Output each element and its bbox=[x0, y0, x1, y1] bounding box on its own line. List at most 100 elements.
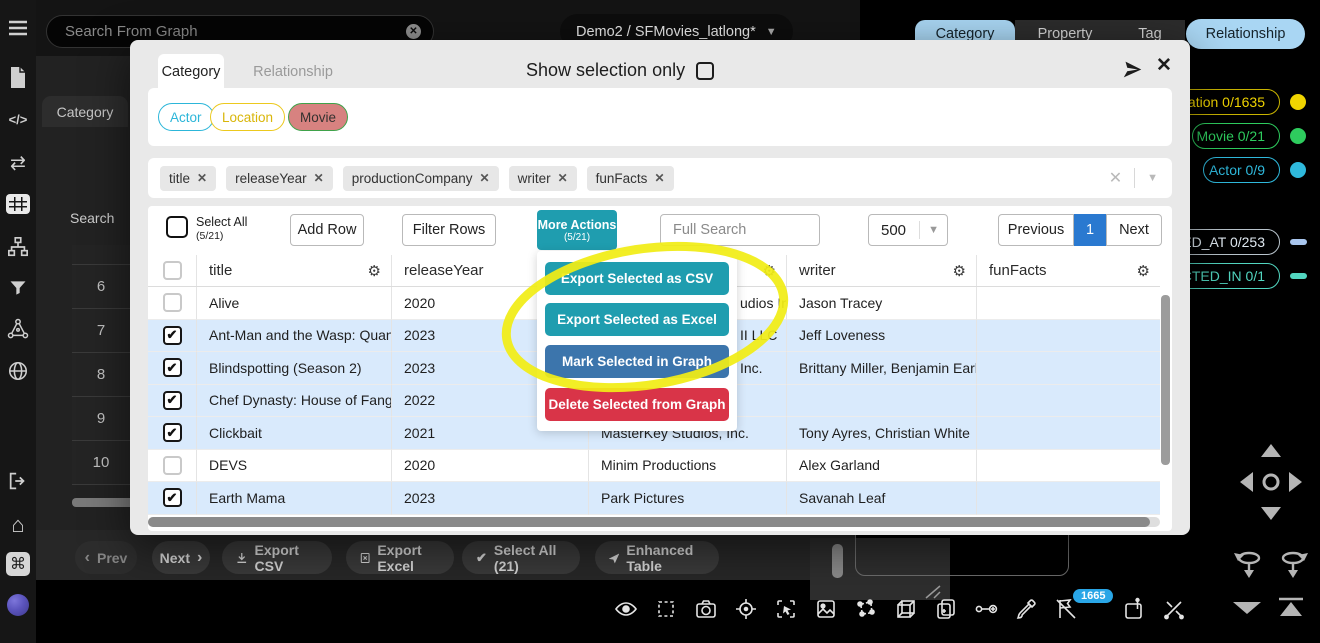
swap-arrows-icon[interactable]: ⇄ bbox=[0, 152, 36, 175]
row-checkbox[interactable] bbox=[163, 293, 182, 312]
cluster-icon[interactable] bbox=[854, 597, 878, 621]
selection-frame-icon[interactable] bbox=[654, 597, 678, 621]
export-selected-csv-button[interactable]: Export Selected as CSV bbox=[545, 262, 729, 295]
brush-icon[interactable] bbox=[1014, 597, 1038, 621]
background-vertical-scrollbar[interactable] bbox=[832, 544, 843, 578]
network-icon[interactable] bbox=[0, 318, 36, 340]
legend-actor-pill[interactable]: Actor 0/9 bbox=[1203, 157, 1280, 183]
row-checkbox[interactable] bbox=[163, 488, 182, 507]
movie-node-dot[interactable] bbox=[1290, 128, 1306, 144]
remove-chip-icon[interactable]: ✕ bbox=[197, 171, 207, 185]
delete-selected-from-graph-button[interactable]: Delete Selected from Graph bbox=[545, 388, 729, 421]
page-size-select[interactable]: 500 ▼ bbox=[868, 214, 948, 246]
tab-relationship[interactable]: Relationship bbox=[1186, 19, 1305, 49]
category-chip-actor[interactable]: Actor bbox=[158, 103, 214, 131]
filmed-at-edge-dash[interactable] bbox=[1290, 239, 1307, 245]
column-header-title[interactable]: title bbox=[197, 255, 392, 286]
rotate-left-icon[interactable] bbox=[1234, 548, 1264, 580]
pagination-next-button[interactable]: Next bbox=[1106, 214, 1162, 246]
table-view-icon[interactable] bbox=[0, 194, 36, 214]
full-search-input[interactable] bbox=[660, 214, 820, 246]
table-horizontal-scrollbar[interactable] bbox=[148, 517, 1160, 527]
modal-tab-category[interactable]: Category bbox=[158, 54, 224, 89]
dropdown-chevron-icon[interactable]: ▼ bbox=[1147, 172, 1158, 184]
acted-in-edge-dash[interactable] bbox=[1290, 273, 1307, 279]
command-icon[interactable]: ⌘ bbox=[0, 552, 36, 576]
image-icon[interactable] bbox=[814, 597, 838, 621]
category-chip-movie[interactable]: Movie bbox=[288, 103, 348, 131]
clear-search-icon[interactable]: ✕ bbox=[406, 24, 421, 39]
clipboard-pin-icon[interactable] bbox=[1122, 597, 1146, 621]
export-selected-excel-button[interactable]: Export Selected as Excel bbox=[545, 303, 729, 336]
key-add-icon[interactable] bbox=[974, 597, 998, 621]
graph-search-input[interactable] bbox=[65, 23, 406, 40]
table-vertical-scrollbar[interactable] bbox=[1161, 295, 1170, 465]
prev-button[interactable]: ‹ Prev bbox=[75, 541, 137, 574]
show-selection-checkbox[interactable] bbox=[696, 62, 714, 80]
property-chip-title[interactable]: title✕ bbox=[160, 166, 216, 191]
code-icon[interactable]: </> bbox=[0, 112, 36, 127]
property-chip-funfacts[interactable]: funFacts✕ bbox=[587, 166, 674, 191]
pagination-page-1[interactable]: 1 bbox=[1074, 214, 1106, 246]
row-checkbox[interactable] bbox=[163, 456, 182, 475]
pop-out-icon[interactable] bbox=[1122, 59, 1143, 85]
column-header-funfacts[interactable]: funFacts bbox=[977, 255, 1160, 286]
download-icon bbox=[236, 551, 248, 565]
hierarchy-icon[interactable] bbox=[0, 236, 36, 258]
tilt-up-icon[interactable] bbox=[1276, 596, 1306, 618]
cube-icon[interactable] bbox=[894, 597, 918, 621]
table-row[interactable]: Earth Mama 2023 Park Pictures Savanah Le… bbox=[148, 482, 1160, 515]
clear-all-icon[interactable]: ✕ bbox=[1109, 168, 1122, 188]
rotate-right-icon[interactable] bbox=[1278, 548, 1308, 580]
legend-movie-pill[interactable]: Movie 0/21 bbox=[1192, 123, 1280, 149]
enhanced-table-button[interactable]: Enhanced Table bbox=[595, 541, 719, 574]
eye-icon[interactable] bbox=[614, 597, 638, 621]
property-chip-writer[interactable]: writer✕ bbox=[509, 166, 577, 191]
filter-icon[interactable] bbox=[0, 278, 36, 298]
select-all-button[interactable]: ✔ Select All (21) bbox=[462, 541, 580, 574]
crosshair-icon[interactable] bbox=[734, 597, 758, 621]
tilt-down-icon[interactable] bbox=[1232, 598, 1262, 618]
file-icon[interactable] bbox=[0, 66, 36, 90]
menu-icon[interactable] bbox=[0, 20, 36, 36]
capture-region-icon[interactable] bbox=[774, 597, 798, 621]
row-checkbox[interactable] bbox=[163, 358, 182, 377]
globe-icon[interactable] bbox=[0, 360, 36, 382]
camera-icon[interactable] bbox=[694, 597, 718, 621]
remove-chip-icon[interactable]: ✕ bbox=[654, 171, 664, 185]
property-chip-productioncompany[interactable]: productionCompany✕ bbox=[343, 166, 499, 191]
column-header-writer[interactable]: writer bbox=[787, 255, 977, 286]
background-horizontal-scrollbar[interactable] bbox=[72, 498, 134, 507]
category-chip-location[interactable]: Location bbox=[210, 103, 285, 131]
app-root: </> ⇄ ⌂ ⌘ ✕ Demo2 / SFMovies_latlong* ▼ bbox=[0, 0, 1320, 643]
pan-dpad[interactable] bbox=[1236, 442, 1306, 522]
table-select-all-checkbox[interactable] bbox=[166, 216, 188, 238]
remove-chip-icon[interactable]: ✕ bbox=[480, 171, 490, 185]
mark-selected-in-graph-button[interactable]: Mark Selected in Graph bbox=[545, 345, 729, 378]
remove-chip-icon[interactable]: ✕ bbox=[314, 171, 324, 185]
sign-out-icon[interactable] bbox=[0, 470, 36, 492]
background-category-tab[interactable]: Category bbox=[42, 96, 128, 127]
add-row-button[interactable]: Add Row bbox=[290, 214, 364, 246]
export-csv-button[interactable]: Export CSV bbox=[222, 541, 332, 574]
duplicate-icon[interactable] bbox=[934, 597, 958, 621]
remove-chip-icon[interactable]: ✕ bbox=[558, 171, 568, 185]
row-checkbox[interactable] bbox=[163, 423, 182, 442]
property-multiselect[interactable]: title✕ releaseYear✕ productionCompany✕ w… bbox=[148, 158, 1172, 198]
modal-tab-relationship[interactable]: Relationship bbox=[240, 54, 346, 89]
export-excel-button[interactable]: Export Excel bbox=[346, 541, 454, 574]
home-icon[interactable]: ⌂ bbox=[0, 512, 36, 538]
property-chip-releaseyear[interactable]: releaseYear✕ bbox=[226, 166, 333, 191]
more-actions-button[interactable]: More Actions (5/21) bbox=[537, 210, 617, 250]
row-checkbox[interactable] bbox=[163, 326, 182, 345]
header-checkbox[interactable] bbox=[163, 261, 182, 280]
actor-node-dot[interactable] bbox=[1290, 162, 1306, 178]
row-checkbox[interactable] bbox=[163, 391, 182, 410]
pagination-previous-button[interactable]: Previous bbox=[998, 214, 1074, 246]
prune-branches-icon[interactable] bbox=[1162, 597, 1186, 621]
close-icon[interactable]: ✕ bbox=[1156, 54, 1172, 77]
location-node-dot[interactable] bbox=[1290, 94, 1306, 110]
next-button[interactable]: Next › bbox=[152, 541, 210, 574]
table-row[interactable]: DEVS 2020 Minim Productions Alex Garland bbox=[148, 450, 1160, 483]
filter-rows-button[interactable]: Filter Rows bbox=[402, 214, 496, 246]
